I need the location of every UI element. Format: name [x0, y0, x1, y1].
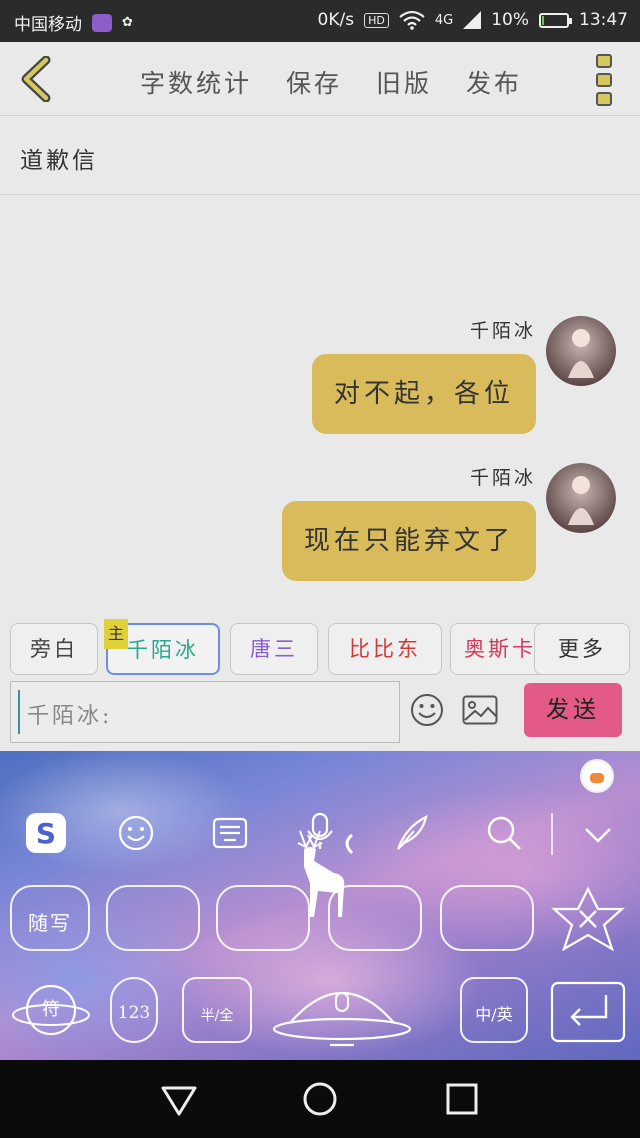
- carrier-label: 中国移动: [14, 15, 82, 35]
- compose-bar: 千陌冰: 发送: [0, 679, 640, 751]
- send-button[interactable]: 发送: [524, 683, 622, 737]
- battery-percent: 10%: [491, 10, 529, 30]
- deer-decoration: [297, 830, 354, 917]
- exclamation-key[interactable]: [440, 885, 534, 951]
- handwrite-key[interactable]: 随写: [10, 885, 90, 951]
- image-icon[interactable]: [462, 695, 498, 725]
- more-dot-icon: [596, 54, 612, 68]
- role-chip-bibidong[interactable]: 比比东: [328, 623, 442, 675]
- space-key-icon[interactable]: [270, 973, 414, 1051]
- toolbar-divider: [551, 813, 553, 855]
- handwrite-label: 随写: [28, 911, 72, 935]
- chat-message[interactable]: 千陌冰 现在只能弃文了: [16, 463, 616, 593]
- battery-icon: [539, 12, 572, 28]
- top-toolbar: 字数统计 保存 旧版 发布: [0, 42, 640, 116]
- delete-key-icon[interactable]: [548, 885, 628, 955]
- more-roles-label: 更多: [558, 637, 606, 661]
- avatar[interactable]: [546, 463, 616, 533]
- symbols-key-icon[interactable]: 符: [10, 975, 92, 1045]
- half-full-label: 半/全: [200, 1008, 234, 1024]
- word-count-button[interactable]: 字数统计: [140, 64, 252, 100]
- role-label: 唐三: [250, 637, 298, 661]
- notification-icon: ✿: [122, 15, 133, 30]
- save-button[interactable]: 保存: [286, 64, 342, 100]
- signal-icon: [463, 11, 482, 29]
- chevron-down-icon[interactable]: [578, 815, 618, 855]
- half-full-key[interactable]: 半/全: [182, 977, 252, 1043]
- chat-message[interactable]: 千陌冰 对不起，各位: [16, 316, 616, 446]
- enter-key-icon[interactable]: [546, 973, 630, 1049]
- emoji-icon[interactable]: [410, 693, 444, 727]
- more-menu-button[interactable]: [596, 54, 616, 106]
- keyboard: S 随写 符 123 半/全 中/英: [0, 751, 640, 1060]
- role-chip-qianmobing[interactable]: 主 千陌冰: [104, 619, 220, 675]
- recents-square-icon[interactable]: [443, 1080, 481, 1118]
- role-label: 千陌冰: [127, 638, 199, 662]
- keyboard-mascot-icon[interactable]: [580, 759, 614, 793]
- old-version-button[interactable]: 旧版: [376, 64, 432, 100]
- role-chip-tangsan[interactable]: 唐三: [230, 623, 318, 675]
- lang-switch-label: 中/英: [475, 1005, 513, 1024]
- main-role-badge: 主: [104, 619, 128, 649]
- numbers-key[interactable]: 123: [110, 977, 158, 1043]
- comma-key[interactable]: [106, 885, 200, 951]
- lang-switch-key[interactable]: 中/英: [460, 977, 528, 1043]
- title-row[interactable]: 道歉信: [0, 117, 640, 195]
- role-chip-narrator[interactable]: 旁白: [10, 623, 98, 675]
- back-triangle-icon[interactable]: [160, 1080, 198, 1118]
- document-title[interactable]: 道歉信: [20, 141, 98, 175]
- message-bubble[interactable]: 现在只能弃文了: [281, 501, 536, 581]
- role-label: 奥斯卡: [464, 637, 536, 661]
- more-roles-button[interactable]: 更多: [534, 623, 630, 675]
- more-dot-icon: [596, 73, 612, 87]
- emoji-icon[interactable]: [116, 813, 156, 853]
- home-circle-icon[interactable]: [301, 1080, 339, 1118]
- sender-name: 千陌冰: [469, 467, 536, 489]
- message-input[interactable]: 千陌冰:: [10, 681, 400, 743]
- input-placeholder: 千陌冰:: [27, 704, 113, 729]
- status-bar: 中国移动 ✿ 0K/s HD 4G 10% 13:47: [0, 0, 640, 42]
- publish-button[interactable]: 发布: [466, 64, 522, 100]
- search-icon[interactable]: [484, 813, 524, 853]
- numbers-label: 123: [117, 1003, 151, 1023]
- hd-badge: HD: [364, 12, 389, 28]
- keyboard-app-icon: [92, 13, 112, 32]
- sender-name: 千陌冰: [469, 320, 536, 342]
- clock: 13:47: [579, 10, 628, 30]
- text-caret: [18, 690, 20, 734]
- network-type: 4G: [434, 12, 454, 28]
- sogou-logo-icon[interactable]: S: [24, 811, 68, 855]
- svg-text:S: S: [36, 817, 56, 850]
- message-bubble[interactable]: 对不起，各位: [311, 354, 536, 434]
- wifi-icon: [399, 10, 425, 30]
- avatar[interactable]: [546, 316, 616, 386]
- role-label: 旁白: [30, 637, 78, 661]
- more-dot-icon: [596, 92, 612, 106]
- svg-text:符: 符: [42, 999, 60, 1020]
- net-speed: 0K/s: [317, 10, 355, 30]
- keyboard-switch-icon[interactable]: [210, 813, 250, 853]
- back-arrow-icon[interactable]: [16, 56, 56, 102]
- system-nav-bar: [0, 1060, 640, 1138]
- role-selector: 旁白 主 千陌冰 唐三 比比东 奥斯卡 更多: [0, 615, 640, 679]
- role-label: 比比东: [349, 637, 421, 661]
- quill-icon[interactable]: [392, 813, 432, 853]
